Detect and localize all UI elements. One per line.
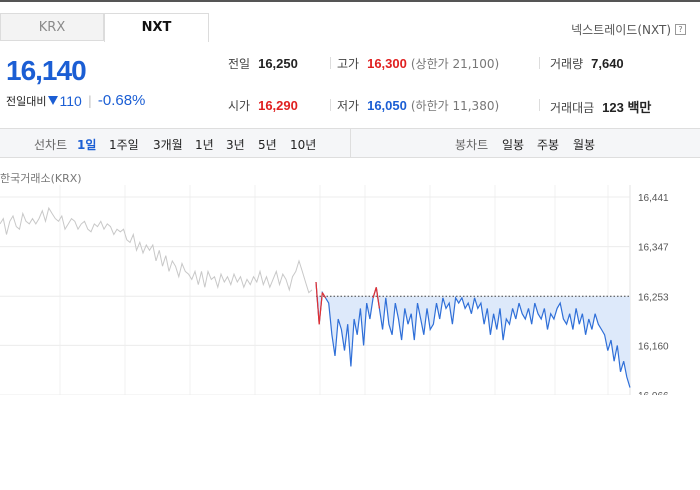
divider xyxy=(539,57,540,69)
intraday-price-chart: 16,441 16,347 16,253 16,160 16,066 xyxy=(0,185,669,395)
stat-label: 거래대금 xyxy=(550,101,595,115)
change-percent: -0.68% xyxy=(97,92,146,109)
candle-weekly[interactable]: 주봉 xyxy=(537,136,559,153)
stat-value: 16,250 xyxy=(258,56,298,71)
stat-label: 전일 xyxy=(228,57,251,71)
period-bar: 선차트 1일 1주일 3개월 1년 3년 5년 10년 봉차트 일봉 주봉 월봉 xyxy=(0,128,700,158)
stat-value: 123 백만 xyxy=(602,100,652,115)
candle-chart-label: 봉차트 xyxy=(455,138,489,152)
period-1y[interactable]: 1년 xyxy=(195,136,214,153)
period-3m[interactable]: 3개월 xyxy=(153,136,183,153)
y-tick-label: 16,066 xyxy=(638,391,669,395)
stat-label: 저가 xyxy=(337,99,360,113)
stat-lower-limit: (하한가 11,380) xyxy=(410,99,500,113)
divider xyxy=(330,99,331,111)
period-10y[interactable]: 10년 xyxy=(290,136,316,153)
stat-open: 시가 16,290 xyxy=(228,97,298,114)
period-1w[interactable]: 1주일 xyxy=(109,136,139,153)
bar-divider xyxy=(350,129,351,157)
candle-daily[interactable]: 일봉 xyxy=(502,136,524,153)
stat-value: 16,290 xyxy=(258,98,298,113)
chart-title: 한국거래소(KRX) xyxy=(0,172,82,185)
stat-value: 16,050 xyxy=(367,98,407,113)
change-value: 110 xyxy=(59,92,82,109)
y-tick-label: 16,347 xyxy=(638,243,669,254)
stat-low: 저가 16,050 (하한가 11,380) xyxy=(337,97,499,114)
stat-value: 7,640 xyxy=(591,56,624,71)
tab-nxt[interactable]: NXT xyxy=(104,13,209,42)
period-1d[interactable]: 1일 xyxy=(77,136,96,153)
market-link-label: 넥스트레이드(NXT) xyxy=(571,23,671,37)
stat-label: 거래량 xyxy=(550,57,584,71)
stat-value: 16,300 xyxy=(367,56,407,71)
y-tick-label: 16,253 xyxy=(638,292,669,303)
down-triangle-icon xyxy=(48,96,59,105)
stat-volume: 거래량 7,640 xyxy=(550,55,624,72)
top-border xyxy=(0,0,700,2)
period-3y[interactable]: 3년 xyxy=(226,136,245,153)
line-chart-label: 선차트 xyxy=(34,138,68,152)
y-tick-label: 16,160 xyxy=(638,341,669,352)
price-change: 전일대비 110 | -0.68% xyxy=(6,92,145,109)
y-tick-label: 16,441 xyxy=(638,193,669,204)
divider xyxy=(539,99,540,111)
stat-label: 시가 xyxy=(228,99,251,113)
pre-session-line xyxy=(0,206,313,294)
divider xyxy=(330,57,331,69)
period-5y[interactable]: 5년 xyxy=(258,136,277,153)
stat-upper-limit: (상한가 21,100) xyxy=(410,57,500,71)
candle-monthly[interactable]: 월봉 xyxy=(573,136,595,153)
help-icon[interactable]: ? xyxy=(675,24,686,35)
change-separator: | xyxy=(87,93,92,108)
stat-label: 고가 xyxy=(337,57,360,71)
stat-prev-close: 전일 16,250 xyxy=(228,55,298,72)
stat-high: 고가 16,300 (상한가 21,100) xyxy=(337,55,499,72)
tab-krx[interactable]: KRX xyxy=(0,13,104,41)
stat-amount: 거래대금 123 백만 xyxy=(550,97,651,116)
nxt-market-link[interactable]: 넥스트레이드(NXT) ? xyxy=(571,21,686,38)
current-price: 16,140 xyxy=(6,55,87,86)
change-label: 전일대비 xyxy=(6,94,47,108)
